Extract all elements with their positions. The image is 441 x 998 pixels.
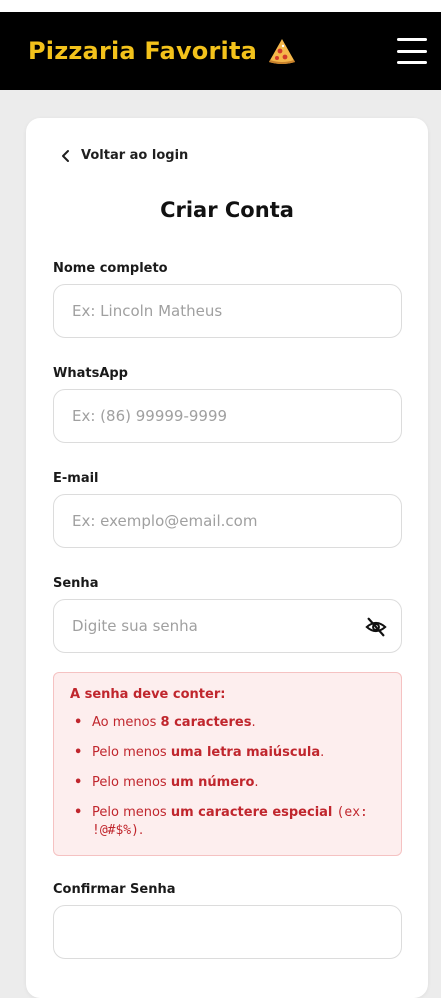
email-field-box bbox=[53, 494, 402, 548]
eye-off-icon[interactable] bbox=[365, 616, 387, 638]
app-header: Pizzaria Favorita bbox=[0, 12, 441, 90]
signup-card: Voltar ao login Criar Conta Nome complet… bbox=[26, 118, 428, 998]
confirm-password-input[interactable] bbox=[54, 906, 401, 958]
email-label: E-mail bbox=[53, 471, 99, 486]
requirements-title: A senha deve conter: bbox=[70, 687, 226, 702]
back-label: Voltar ao login bbox=[81, 148, 189, 163]
whatsapp-label: WhatsApp bbox=[53, 366, 128, 381]
whatsapp-field-box bbox=[53, 389, 402, 443]
requirement-item: Pelo menos uma letra maiúscula. bbox=[70, 744, 385, 762]
password-input[interactable] bbox=[54, 600, 401, 652]
name-input[interactable] bbox=[54, 285, 401, 337]
requirement-item: Ao menos 8 caracteres. bbox=[70, 714, 385, 732]
password-field-box bbox=[53, 599, 402, 653]
confirm-password-label: Confirmar Senha bbox=[53, 882, 176, 897]
requirement-item: Pelo menos um número. bbox=[70, 774, 385, 792]
brand-title: Pizzaria Favorita bbox=[28, 37, 258, 65]
hamburger-menu-icon[interactable] bbox=[397, 38, 427, 64]
brand[interactable]: Pizzaria Favorita bbox=[28, 36, 297, 66]
password-requirements-box: A senha deve conter: Ao menos 8 caracter… bbox=[53, 672, 402, 856]
name-label: Nome completo bbox=[53, 261, 168, 276]
name-field-box bbox=[53, 284, 402, 338]
pizza-slice-icon bbox=[269, 39, 296, 64]
back-to-login-link[interactable]: Voltar ao login bbox=[59, 148, 188, 163]
requirements-list: Ao menos 8 caracteres. Pelo menos uma le… bbox=[70, 714, 385, 840]
page-title: Criar Conta bbox=[160, 198, 294, 222]
whatsapp-input[interactable] bbox=[54, 390, 401, 442]
requirement-item: Pelo menos um caractere especial (ex: !@… bbox=[70, 804, 385, 840]
email-input[interactable] bbox=[54, 495, 401, 547]
chevron-left-icon bbox=[62, 149, 69, 162]
status-bar-gap bbox=[0, 0, 441, 12]
password-label: Senha bbox=[53, 576, 99, 591]
